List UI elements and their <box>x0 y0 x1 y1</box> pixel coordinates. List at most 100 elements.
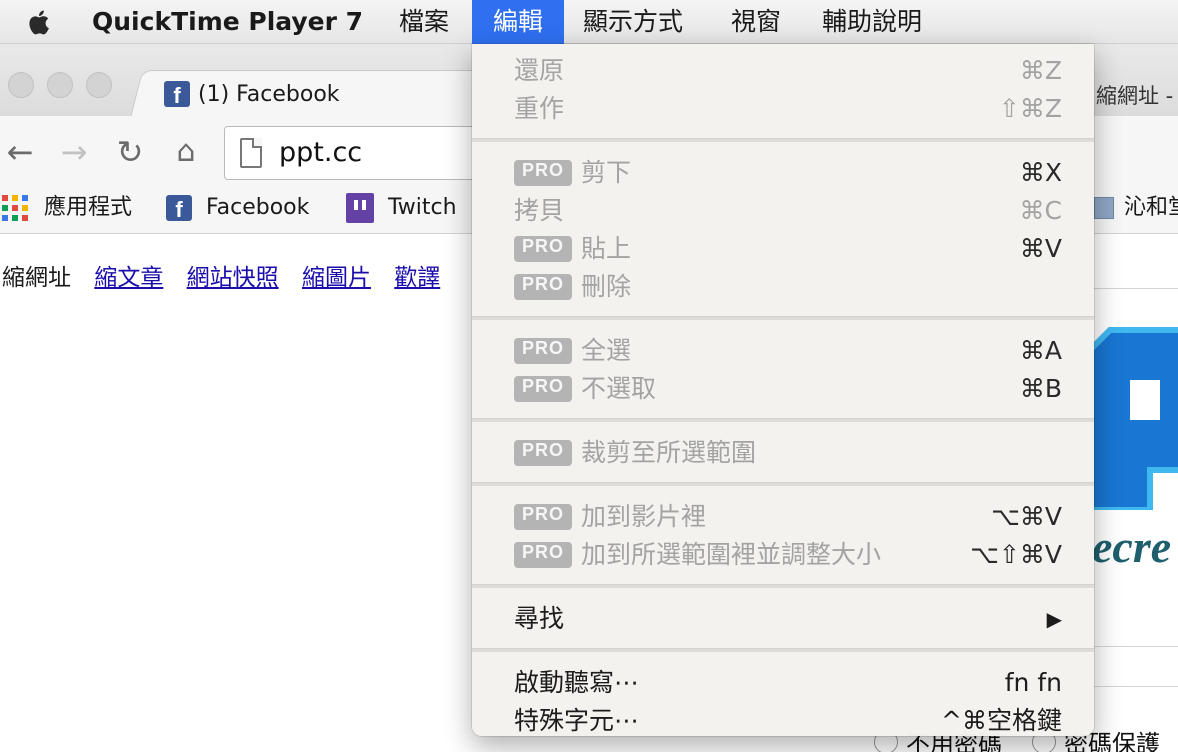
menu-item[interactable]: 還原 ⌘Z <box>472 52 1094 90</box>
twitch-icon <box>346 193 374 223</box>
divider <box>1092 686 1178 687</box>
menu-item-text: 加到影片裡 <box>581 502 707 531</box>
menu-bar: QuickTime Player 7 檔案 編輯 顯示方式 視窗 輔助說明 <box>0 0 1178 44</box>
menu-item-shortcut: ⇧⌘Z <box>998 94 1062 123</box>
window-close-button[interactable] <box>8 72 34 98</box>
menu-item-label: 特殊字元⋯ <box>514 702 639 740</box>
menubar-window[interactable]: 視窗 <box>713 0 799 44</box>
menu-item-text: 刪除 <box>581 272 632 301</box>
bookmark-partial[interactable]: 沁和堂 <box>1094 190 1178 226</box>
menu-item[interactable]: PRO 加到所選範圍裡並調整大小 ⌥⇧⌘V <box>472 536 1094 574</box>
pro-badge: PRO <box>514 376 572 402</box>
menu-item[interactable]: 啟動聽寫⋯ fn fn <box>472 664 1094 702</box>
menu-item-shortcut: ^⌘空格鍵 <box>941 706 1062 735</box>
bookmark-facebook-label: Facebook <box>206 195 310 220</box>
forward-arrow-icon[interactable]: → <box>56 134 92 170</box>
pro-badge: PRO <box>514 542 572 568</box>
menu-item[interactable]: 尋找 ▶ <box>472 600 1094 638</box>
menu-item[interactable]: PRO 貼上 ⌘V <box>472 230 1094 268</box>
facebook-icon: f <box>164 81 190 107</box>
browser-tab-facebook-content[interactable]: f (1) Facebook <box>164 78 340 110</box>
menubar-view[interactable]: 顯示方式 <box>565 0 701 44</box>
menubar-help[interactable]: 輔助說明 <box>804 0 940 44</box>
menu-item-label: 還原 <box>514 52 564 90</box>
menu-separator <box>472 138 1094 142</box>
bookmark-partial-label: 沁和堂 <box>1124 195 1178 220</box>
menu-item-shortcut: ⌥⌘V <box>991 502 1062 531</box>
browser-tab-partial[interactable]: 縮網址 - 不 <box>1096 80 1178 110</box>
site-nav: 縮網址 縮文章 網站快照 縮圖片 歡譯 <box>2 258 456 292</box>
menu-item[interactable]: PRO 加到影片裡 ⌥⌘V <box>472 498 1094 536</box>
nav-link-article[interactable]: 縮文章 <box>94 265 163 291</box>
menu-item[interactable]: PRO 刪除 <box>472 268 1094 306</box>
menu-item-text: 特殊字元⋯ <box>514 706 640 735</box>
menu-item[interactable]: PRO 裁剪至所選範圍 <box>472 434 1094 472</box>
pro-badge: PRO <box>514 274 572 300</box>
menubar-file[interactable]: 檔案 <box>381 0 467 44</box>
back-arrow-icon[interactable]: ← <box>2 134 38 170</box>
menu-item-shortcut: ⌘A <box>1019 336 1062 365</box>
menu-item-label: PRO 不選取 <box>514 370 656 408</box>
nav-link-snapshot[interactable]: 網站快照 <box>187 265 279 291</box>
menu-item[interactable]: 特殊字元⋯ ^⌘空格鍵 <box>472 702 1094 740</box>
menu-item[interactable]: PRO 全選 ⌘A <box>472 332 1094 370</box>
bookmark-facebook[interactable]: f Facebook <box>166 190 309 226</box>
window-zoom-button[interactable] <box>86 72 112 98</box>
menu-item-text: 尋找 <box>514 604 565 633</box>
menu-item-label: PRO 裁剪至所選範圍 <box>514 434 756 472</box>
apple-icon[interactable] <box>24 6 56 38</box>
menu-item-shortcut: ⌘X <box>1019 158 1062 187</box>
reload-icon[interactable]: ↻ <box>112 134 148 170</box>
menu-separator <box>472 316 1094 320</box>
folder-icon <box>1094 197 1114 219</box>
menu-item-label: PRO 剪下 <box>514 154 631 192</box>
menu-separator <box>472 584 1094 588</box>
menu-item-text: 貼上 <box>581 234 632 263</box>
submenu-arrow-icon: ▶ <box>1046 607 1062 631</box>
edit-menu-dropdown: 還原 ⌘Z 重作 ⇧⌘Z PRO 剪下 ⌘X 拷貝 ⌘C PRO 貼上 ⌘V PRO 刪除 PRO 全選 ⌘A P… <box>472 44 1094 736</box>
menu-separator <box>472 418 1094 422</box>
menu-item[interactable]: 重作 ⇧⌘Z <box>472 90 1094 128</box>
menu-item-label: PRO 加到影片裡 <box>514 498 706 536</box>
bookmark-twitch[interactable]: Twitch <box>346 190 457 226</box>
browser-tab-title: (1) Facebook <box>198 81 340 107</box>
menu-item[interactable]: PRO 不選取 ⌘B <box>472 370 1094 408</box>
menu-item-label: 啟動聽寫⋯ <box>514 664 639 702</box>
menu-item-text: 重作 <box>514 94 565 123</box>
pro-badge: PRO <box>514 236 572 262</box>
menu-separator <box>472 482 1094 486</box>
window-minimize-button[interactable] <box>47 72 73 98</box>
page-icon <box>240 138 262 168</box>
menubar-app-name[interactable]: QuickTime Player 7 <box>74 0 381 44</box>
pro-badge: PRO <box>514 504 572 530</box>
bookmark-twitch-label: Twitch <box>388 195 457 220</box>
menu-item-shortcut: ⌘C <box>1019 196 1062 225</box>
facebook-icon: f <box>166 195 192 221</box>
apps-grid-icon <box>2 195 28 221</box>
pro-badge: PRO <box>514 440 572 466</box>
menu-item-shortcut: ⌘V <box>1019 234 1062 263</box>
bookmark-apps-label: 應用程式 <box>44 195 133 220</box>
menu-item-label: 重作 <box>514 90 564 128</box>
divider <box>1092 646 1178 647</box>
menu-item-shortcut: ⌘Z <box>1019 56 1062 85</box>
menu-item[interactable]: 拷貝 ⌘C <box>472 192 1094 230</box>
nav-link-image[interactable]: 縮圖片 <box>302 265 371 291</box>
menu-item-label: 拷貝 <box>514 192 564 230</box>
menu-item-label: PRO 加到所選範圍裡並調整大小 <box>514 536 881 574</box>
menu-separator <box>472 648 1094 652</box>
bookmark-apps[interactable]: 應用程式 <box>2 190 132 226</box>
menu-item-text: 啟動聽寫⋯ <box>514 668 640 697</box>
menu-item-text: 加到所選範圍裡並調整大小 <box>581 540 882 569</box>
menu-item-shortcut: ⌥⇧⌘V <box>970 540 1062 569</box>
menu-item-text: 拷貝 <box>514 196 565 225</box>
menu-item-text: 裁剪至所選範圍 <box>581 438 757 467</box>
nav-current: 縮網址 <box>2 265 71 291</box>
menu-item-text: 還原 <box>514 56 565 85</box>
menu-item[interactable]: PRO 剪下 ⌘X <box>472 154 1094 192</box>
menubar-edit[interactable]: 編輯 <box>472 0 564 44</box>
home-icon[interactable]: ⌂ <box>168 134 204 170</box>
site-logo-text: ecre <box>1092 521 1172 572</box>
menu-item-text: 不選取 <box>581 374 657 403</box>
nav-link-translate[interactable]: 歡譯 <box>394 265 440 291</box>
